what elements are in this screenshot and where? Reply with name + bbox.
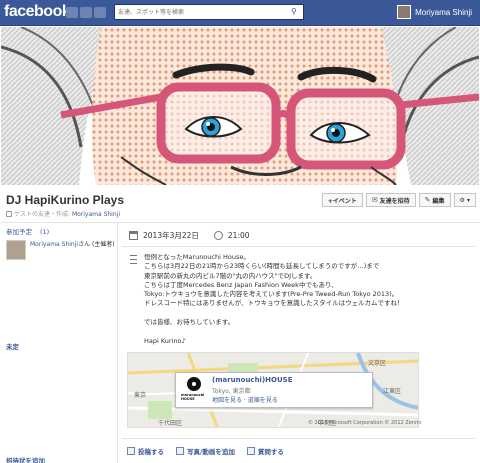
question-label: 質問する (257, 448, 284, 456)
event-when: 2013年3月22日 21:00 (129, 230, 250, 241)
invite-friends-label: 友達を招待 (379, 197, 410, 205)
map-label-bunkyo: 文京区 (368, 359, 386, 367)
privacy-icon (6, 211, 12, 217)
divider (122, 438, 476, 439)
settings-button[interactable]: ⚙ ▾ (453, 193, 476, 207)
map-label-chiyoda: 千代田区 (158, 419, 182, 427)
search-icon[interactable]: ⚲ (291, 7, 301, 17)
invite-friends-button[interactable]: ✉ 友達を招待 (365, 193, 416, 207)
host-link[interactable]: Moriyama Shinji (72, 211, 120, 218)
place-name[interactable]: (marunouchi)HOUSE (212, 376, 292, 384)
settings-label: ⚙ ▾ (459, 196, 470, 204)
post-icon (127, 447, 135, 455)
post-tab[interactable]: 投稿する (127, 446, 164, 456)
attendee-name-block: Moriyama Shinjiさん (主催者) (30, 240, 115, 260)
column-divider (117, 222, 118, 463)
undecided-heading[interactable]: 未定 (6, 341, 19, 351)
place-logo-mark (187, 377, 201, 391)
profile-link[interactable]: Moriyama Shinji (397, 5, 472, 19)
question-tab[interactable]: 質問する (246, 446, 284, 456)
calendar-icon (129, 231, 138, 240)
search-box: ⚲ (114, 4, 304, 20)
place-logo-text: marunouchi HOUSE (181, 393, 205, 401)
edit-label: 編集 (432, 197, 445, 205)
composer-bar: 投稿する 写真/動画を追加 質問する (127, 446, 284, 456)
going-section: 参加予定 (1) (6, 226, 114, 236)
messages-icon[interactable] (80, 7, 92, 18)
place-links[interactable]: 地図を見る · 道順を見る (212, 395, 278, 404)
photo-tab[interactable]: 写真/動画を追加 (176, 446, 235, 456)
going-heading[interactable]: 参加予定 (6, 228, 32, 236)
create-event-label: +イベント (327, 197, 357, 205)
attendee-avatar[interactable] (6, 240, 26, 260)
description-icon (130, 255, 137, 264)
user-name[interactable]: Moriyama Shinji (415, 8, 472, 17)
post-label: 投稿する (138, 448, 164, 456)
attendee-role: さん (主催者) (78, 241, 115, 248)
attendee-name[interactable]: Moriyama Shinji (30, 241, 78, 248)
top-bar: facebook ⚲ Moriyama Shinji (0, 0, 480, 26)
edit-button[interactable]: ✎ 編集 (418, 193, 451, 207)
map-label-koto: 江東区 (383, 387, 401, 395)
cover-illustration (1, 27, 479, 185)
divider (122, 246, 476, 247)
place-card[interactable]: marunouchi HOUSE (marunouchi)HOUSE Tokyo… (175, 372, 373, 408)
divider (0, 222, 480, 223)
notifications-icon[interactable] (94, 7, 106, 18)
place-logo: marunouchi HOUSE (181, 377, 207, 405)
event-title: DJ HapiKurino Plays (6, 193, 125, 207)
event-cover-photo (1, 27, 479, 185)
clock-icon (213, 231, 223, 240)
event-actions: +イベント ✉ 友達を招待 ✎ 編集 ⚙ ▾ (321, 193, 476, 207)
create-event-button[interactable]: +イベント (321, 193, 363, 207)
event-privacy-line: ゲストの友達・作成: Moriyama Shinji (6, 209, 120, 218)
friend-requests-icon[interactable] (66, 7, 78, 18)
event-description: 恒例となったMarunouchi House。 こちらは3月22日の21時から2… (144, 253, 404, 345)
place-location: Tokyo, 東京都 (212, 388, 251, 395)
event-subtitle-prefix: ゲストの友達・作成: (14, 211, 72, 218)
photo-label: 写真/動画を追加 (187, 448, 235, 456)
add-friend-icon: ✉ (371, 196, 378, 204)
facebook-logo[interactable]: facebook (4, 3, 71, 21)
add-invite-heading[interactable]: 招待状を追加 (6, 455, 45, 463)
question-icon (246, 447, 255, 455)
attendee-item: Moriyama Shinjiさん (主催者) (6, 240, 116, 260)
going-count[interactable]: (1) (40, 228, 49, 236)
going-heading-row: 参加予定 (1) (6, 226, 114, 236)
photo-icon (176, 447, 184, 455)
map-copyright: © 2013 Microsoft Corporation © 2012 Zenr… (308, 420, 422, 426)
search-input[interactable] (115, 5, 285, 19)
event-date: 2013年3月22日 (143, 231, 199, 240)
event-time: 21:00 (227, 231, 250, 240)
map-label-tokyo: 東京 (134, 391, 146, 399)
avatar[interactable] (397, 5, 412, 19)
pencil-icon: ✎ (424, 196, 431, 204)
